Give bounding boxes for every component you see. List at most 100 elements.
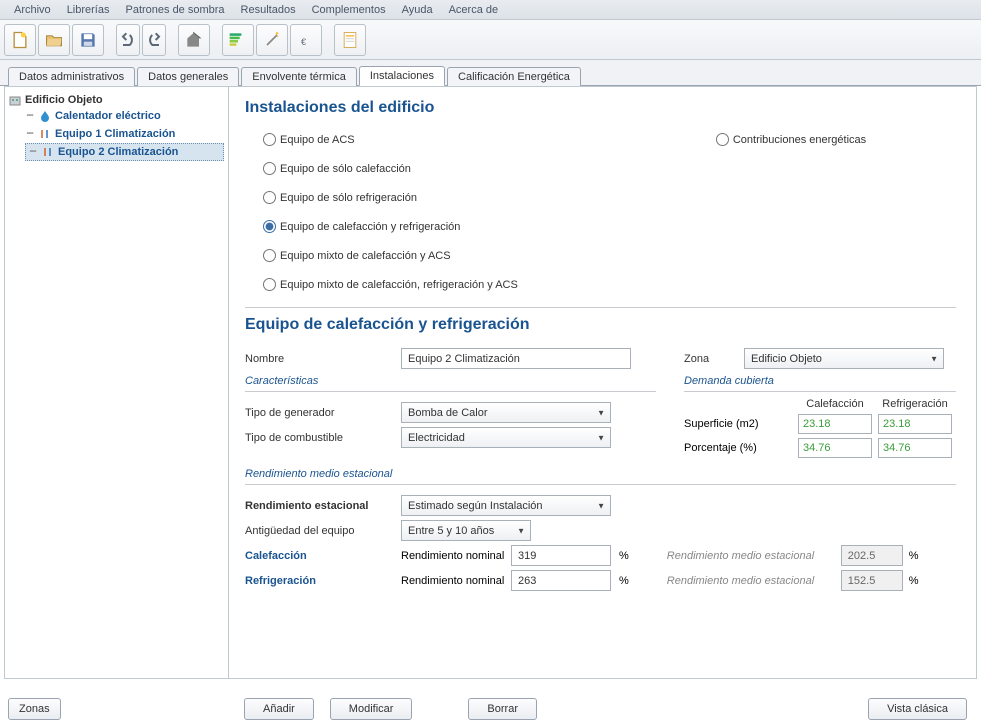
tab-instalaciones[interactable]: Instalaciones <box>359 66 445 86</box>
menu-acerca[interactable]: Acerca de <box>441 2 507 18</box>
rating-button[interactable] <box>222 24 254 56</box>
section-title-equipo: Equipo de calefacción y refrigeración <box>245 316 956 334</box>
building-button[interactable] <box>178 24 210 56</box>
tree-line-icon: ┄ <box>28 145 38 159</box>
tree-item-equipo2[interactable]: ┄ Equipo 2 Climatización <box>25 143 224 161</box>
tree-line-icon: ┄ <box>25 127 35 141</box>
demand-por-ref[interactable]: 34.76 <box>878 438 952 458</box>
radio-solo-calefaccion[interactable]: Equipo de sólo calefacción <box>263 162 518 175</box>
rend-medio-ref-label: Rendimiento medio estacional <box>667 575 841 587</box>
modificar-button[interactable]: Modificar <box>330 698 413 720</box>
save-button[interactable] <box>72 24 104 56</box>
menu-complementos[interactable]: Complementos <box>304 2 394 18</box>
tipo-generador-label: Tipo de generador <box>245 407 401 419</box>
tree-line-icon: ┄ <box>25 109 35 123</box>
radio-label: Equipo de sólo calefacción <box>280 163 411 175</box>
tipo-generador-select[interactable]: Bomba de Calor <box>401 402 611 423</box>
separator <box>245 307 956 308</box>
rend-nominal-ref-input[interactable] <box>511 570 611 591</box>
percent-unit: % <box>909 575 919 587</box>
tree-root[interactable]: Edificio Objeto <box>9 93 224 107</box>
demand-superficie-label: Superficie (m2) <box>684 418 792 430</box>
hvac-icon <box>39 128 51 140</box>
radio-label: Contribuciones energéticas <box>733 134 866 146</box>
rend-estacional-label: Rendimiento estacional <box>245 500 401 512</box>
tipo-combustible-label: Tipo de combustible <box>245 432 401 444</box>
svg-text:€: € <box>301 37 306 47</box>
menu-bar: Archivo Librerías Patrones de sombra Res… <box>0 0 981 20</box>
tree-pane: Edificio Objeto ┄ Calentador eléctrico ┄… <box>5 87 229 678</box>
new-file-button[interactable] <box>4 24 36 56</box>
radio-mixto-acs[interactable]: Equipo mixto de calefacción y ACS <box>263 249 518 262</box>
rend-estacional-select[interactable]: Estimado según Instalación <box>401 495 611 516</box>
tab-datos-administrativos[interactable]: Datos administrativos <box>8 67 135 86</box>
radio-mixto-calef-refrig-acs[interactable]: Equipo mixto de calefacción, refrigeraci… <box>263 278 518 291</box>
demand-porcentaje-label: Porcentaje (%) <box>684 442 792 454</box>
demand-sup-ref[interactable]: 23.18 <box>878 414 952 434</box>
tree-item-label: Equipo 2 Climatización <box>58 146 178 158</box>
toolbar: € <box>0 20 981 60</box>
rend-medio-ref-output <box>841 570 903 591</box>
menu-ayuda[interactable]: Ayuda <box>394 2 441 18</box>
menu-archivo[interactable]: Archivo <box>6 2 59 18</box>
percent-unit: % <box>619 550 629 562</box>
tipo-combustible-select[interactable]: Electricidad <box>401 427 611 448</box>
menu-patrones[interactable]: Patrones de sombra <box>117 2 232 18</box>
radio-contribuciones[interactable]: Contribuciones energéticas <box>716 133 866 146</box>
wand-button[interactable] <box>256 24 288 56</box>
undo-button[interactable] <box>116 24 140 56</box>
rend-nominal-cal-label: Rendimiento nominal <box>401 550 511 562</box>
tree-item-label: Equipo 1 Climatización <box>55 128 175 140</box>
tab-envolvente[interactable]: Envolvente térmica <box>241 67 357 86</box>
tree-root-label: Edificio Objeto <box>25 94 103 106</box>
radio-label: Equipo mixto de calefacción y ACS <box>280 250 451 262</box>
main-split: Edificio Objeto ┄ Calentador eléctrico ┄… <box>4 86 977 679</box>
caracteristicas-legend: Características <box>245 375 656 387</box>
anadir-button[interactable]: Añadir <box>244 698 314 720</box>
document-button[interactable] <box>334 24 366 56</box>
antiguedad-label: Antigüedad del equipo <box>245 525 401 537</box>
redo-button[interactable] <box>142 24 166 56</box>
radio-equipo-acs[interactable]: Equipo de ACS <box>263 133 518 146</box>
tree-item-equipo1[interactable]: ┄ Equipo 1 Climatización <box>25 125 224 143</box>
tab-datos-generales[interactable]: Datos generales <box>137 67 239 86</box>
radio-label: Equipo de sólo refrigeración <box>280 192 417 204</box>
demanda-legend: Demanda cubierta <box>684 375 956 387</box>
radio-label: Equipo de ACS <box>280 134 355 146</box>
rend-medio-cal-label: Rendimiento medio estacional <box>667 550 841 562</box>
borrar-button[interactable]: Borrar <box>468 698 537 720</box>
radio-solo-refrigeracion[interactable]: Equipo de sólo refrigeración <box>263 191 518 204</box>
radio-label: Equipo de calefacción y refrigeración <box>280 221 460 233</box>
menu-librerias[interactable]: Librerías <box>59 2 118 18</box>
menu-resultados[interactable]: Resultados <box>233 2 304 18</box>
hvac-icon <box>42 146 54 158</box>
tree-item-label: Calentador eléctrico <box>55 110 161 122</box>
radio-label: Equipo mixto de calefacción, refrigeraci… <box>280 279 518 291</box>
rend-nominal-cal-input[interactable] <box>511 545 611 566</box>
euro-button[interactable]: € <box>290 24 322 56</box>
antiguedad-select[interactable]: Entre 5 y 10 años <box>401 520 531 541</box>
tab-calificacion[interactable]: Calificación Energética <box>447 67 581 86</box>
demand-por-cal[interactable]: 34.76 <box>798 438 872 458</box>
zonas-button[interactable]: Zonas <box>8 698 61 720</box>
vista-clasica-button[interactable]: Vista clásica <box>868 698 967 720</box>
section-title-instalaciones: Instalaciones del edificio <box>245 99 956 117</box>
calefaccion-link[interactable]: Calefacción <box>245 550 401 562</box>
refrigeracion-link[interactable]: Refrigeración <box>245 575 401 587</box>
content-pane: Instalaciones del edificio Equipo de ACS… <box>229 87 976 678</box>
zona-label: Zona <box>684 353 744 365</box>
zona-select[interactable]: Edificio Objeto <box>744 348 944 369</box>
open-file-button[interactable] <box>38 24 70 56</box>
nombre-input[interactable] <box>401 348 631 369</box>
demand-sup-cal[interactable]: 23.18 <box>798 414 872 434</box>
percent-unit: % <box>619 575 629 587</box>
tabs-row: Datos administrativos Datos generales En… <box>0 60 981 86</box>
radio-calef-refrig[interactable]: Equipo de calefacción y refrigeración <box>263 220 518 233</box>
rend-nominal-ref-label: Rendimiento nominal <box>401 575 511 587</box>
building-icon <box>9 94 21 106</box>
demand-head-refrigeracion: Refrigeración <box>878 398 952 410</box>
rend-medio-cal-output <box>841 545 903 566</box>
tree-item-calentador[interactable]: ┄ Calentador eléctrico <box>25 107 224 125</box>
percent-unit: % <box>909 550 919 562</box>
rendimiento-legend: Rendimiento medio estacional <box>245 468 956 480</box>
